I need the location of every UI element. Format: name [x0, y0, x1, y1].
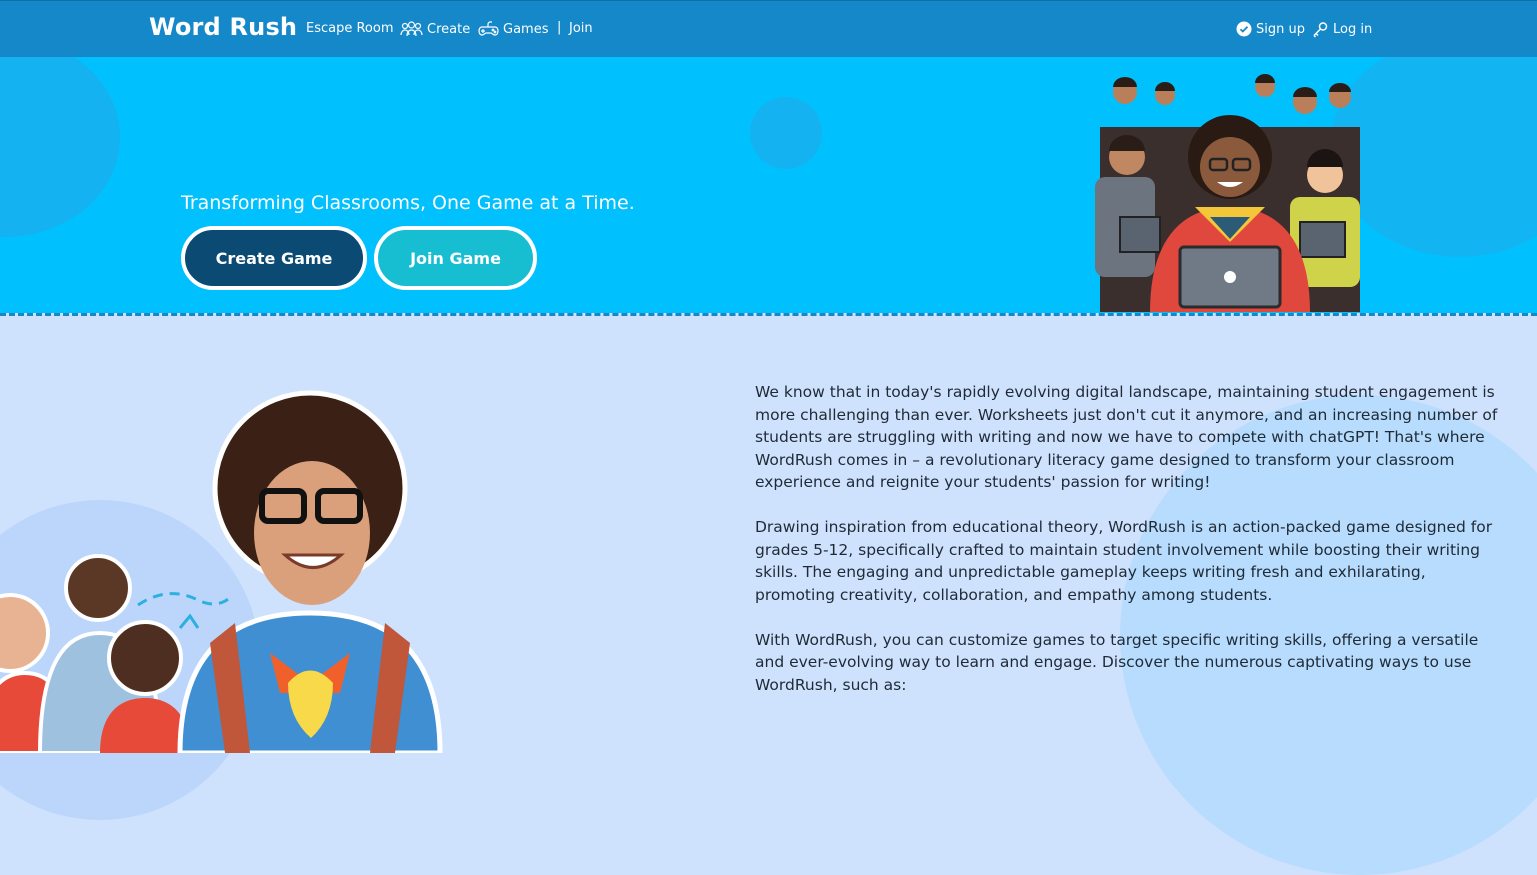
nav-create[interactable]: Create — [400, 21, 470, 37]
nav-log-in[interactable]: Log in — [1312, 21, 1372, 38]
nav-log-in-label: Log in — [1333, 22, 1373, 37]
nav-escape-room[interactable]: Escape Room — [306, 21, 394, 36]
intro-paragraph: We know that in today's rapidly evolving… — [755, 383, 1498, 491]
nav-join[interactable]: Join — [569, 21, 593, 36]
teacher-students-illustration — [1095, 74, 1360, 312]
hero-dashed-divider — [0, 313, 1537, 316]
nav-games[interactable]: Games — [478, 21, 548, 37]
intro-copy: We know that in today's rapidly evolving… — [755, 381, 1507, 719]
top-navbar: Word Rush Escape Room Create Games | Joi… — [0, 0, 1537, 57]
intro-paragraph: With WordRush, you can customize games t… — [755, 630, 1479, 694]
check-circle-icon — [1236, 21, 1252, 37]
nav-sign-up[interactable]: Sign up — [1236, 21, 1305, 37]
nav-separator: | — [557, 20, 562, 35]
create-game-button[interactable]: Create Game — [181, 226, 367, 290]
nav-join-label: Join — [569, 21, 593, 36]
join-game-button[interactable]: Join Game — [374, 226, 537, 290]
hero-decor-blob — [750, 97, 822, 169]
login-key-icon — [1312, 21, 1329, 38]
hero-decor-blob — [0, 57, 120, 237]
people-icon — [400, 21, 423, 37]
students-photo — [0, 390, 443, 753]
nav-escape-room-label: Escape Room — [306, 21, 394, 36]
nav-games-label: Games — [503, 21, 549, 37]
nav-sign-up-label: Sign up — [1256, 21, 1305, 37]
hero-tagline: Transforming Classrooms, One Game at a T… — [181, 192, 635, 214]
brand-logo[interactable]: Word Rush — [149, 13, 297, 41]
intro-paragraph: Drawing inspiration from educational the… — [755, 518, 1493, 604]
hero-banner: Transforming Classrooms, One Game at a T… — [0, 57, 1537, 313]
nav-create-label: Create — [427, 21, 471, 37]
controller-icon — [478, 21, 499, 37]
